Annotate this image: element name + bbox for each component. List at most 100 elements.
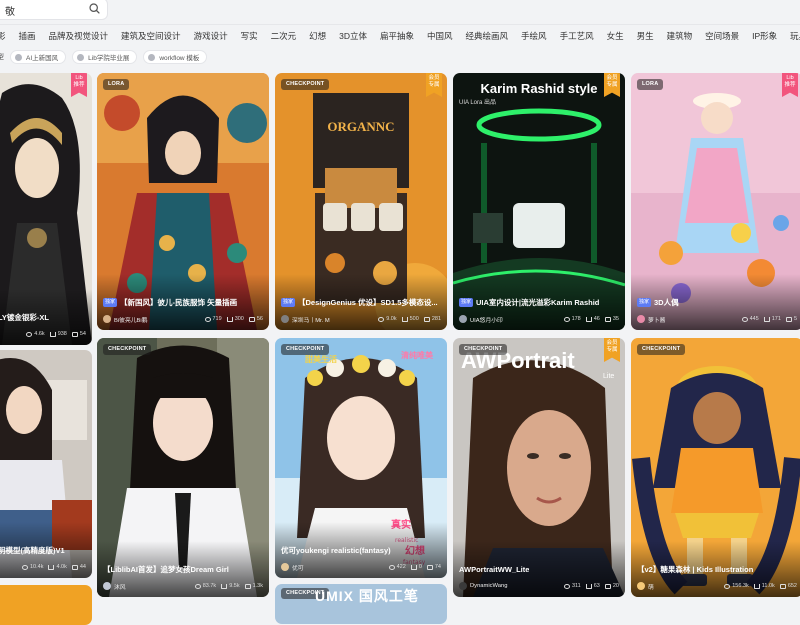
card-author[interactable]: DynamicWang	[470, 583, 559, 589]
downloads-stat: 300	[226, 316, 244, 322]
category-item[interactable]: 扁平抽象	[380, 30, 414, 42]
category-item[interactable]: 男生	[637, 30, 654, 42]
card-author[interactable]: Bi彼亮儿Bi鹏	[114, 315, 200, 324]
model-card[interactable]: Lib 推荐 LY镀金银彩-XL 4.6k 938 54	[0, 73, 92, 345]
category-item[interactable]: 经典绘画风	[466, 30, 509, 42]
eye-icon	[741, 316, 748, 322]
saves-stat: 652	[779, 583, 797, 589]
category-item[interactable]: 写实	[241, 30, 258, 42]
image-icon	[244, 583, 251, 589]
model-card[interactable]: Karim Rashid style UIA Lora 出品 会员 专属 独家 U…	[453, 73, 625, 330]
tag-row: 型 AI上新国风 Lib学院毕业展 workflow 模板	[0, 49, 213, 65]
download-icon	[763, 316, 770, 322]
card-author[interactable]: 沐风	[114, 582, 190, 591]
category-item[interactable]: IP形象	[752, 30, 777, 42]
category-item[interactable]: 插画	[19, 30, 36, 42]
saves-stat: 44	[71, 564, 86, 570]
card-title: 【v2】糖果森林 | Kids Illustration	[637, 564, 754, 574]
model-card[interactable]: LORA Lib 推荐 独家 3D人偶 萝卜酱 445 171 5	[631, 73, 800, 330]
download-icon	[226, 316, 233, 322]
downloads-stat: 171	[763, 316, 781, 322]
category-item[interactable]: 空间场景	[705, 30, 739, 42]
category-item[interactable]: 建筑物	[667, 30, 693, 42]
search-box[interactable]	[0, 0, 108, 20]
download-icon	[753, 583, 760, 589]
tag-chip-label: Lib学院毕业展	[88, 55, 130, 62]
views-stat: 83.7k	[194, 583, 216, 589]
model-card[interactable]: LORA 独家 【新国风】彼儿-民族服饰 矢量插画 Bi彼亮儿Bi鹏 719 30…	[97, 73, 269, 330]
search-icon[interactable]	[88, 2, 101, 15]
category-item[interactable]: 女生	[607, 30, 624, 42]
model-card[interactable]: CHECKPOINT 【LiblibAI首发】追梦女孩Dream Girl 沐风…	[97, 338, 269, 597]
saves-stat: 1.3k	[244, 583, 263, 589]
card-author[interactable]: 深圳马丨Mr. M	[292, 315, 373, 324]
category-item[interactable]: 建筑及空间设计	[121, 30, 181, 42]
category-item[interactable]: 手绘风	[521, 30, 547, 42]
card-title: 优可youkengi realistic(fantasy)	[281, 545, 391, 555]
download-icon	[410, 564, 417, 570]
card-author[interactable]: UIA悠月小印	[470, 315, 559, 324]
views-stat: 4.6k	[26, 331, 45, 337]
tag-chip[interactable]: Lib学院毕业展	[72, 50, 138, 64]
avatar	[281, 563, 289, 571]
card-author[interactable]: 萝卜酱	[648, 315, 737, 324]
download-icon	[221, 583, 228, 589]
tag-item[interactable]: 型	[0, 52, 4, 62]
category-item[interactable]: 二次元	[271, 30, 297, 42]
card-author[interactable]: 优可	[292, 563, 384, 572]
eye-icon	[194, 583, 201, 589]
model-card[interactable]: CHECKPOINT UMIX 国风工笔	[275, 584, 447, 624]
card-title: 【新国风】彼儿-民族服饰 矢量插画	[120, 297, 238, 307]
category-item[interactable]: 影	[0, 30, 6, 42]
svg-text:甜美生活: 甜美生活	[305, 354, 337, 364]
eye-icon	[22, 564, 28, 570]
views-stat: 178	[563, 316, 581, 322]
tag-chip[interactable]: workflow 模板	[143, 50, 208, 64]
image-icon	[248, 316, 255, 322]
category-bar: 影 插画 品牌及视觉设计 建筑及空间设计 游戏设计 写实 二次元 幻想 3D立体…	[0, 26, 800, 46]
category-item[interactable]: 品牌及视觉设计	[49, 30, 109, 42]
card-author[interactable]: 萌	[648, 582, 719, 591]
model-card[interactable]: 明模型(高精度版)V1 10.4k 4.0k 44	[0, 350, 92, 578]
image-icon	[779, 583, 786, 589]
exclusive-tag: 独家	[637, 297, 652, 307]
downloads-stat: 0	[410, 564, 422, 570]
card-title: LY镀金银彩-XL	[0, 312, 49, 322]
model-type-badge: CHECKPOINT	[103, 344, 152, 355]
search-input[interactable]	[3, 2, 87, 18]
eye-icon	[204, 316, 211, 322]
views-stat: 719	[204, 316, 222, 322]
avatar	[637, 582, 645, 590]
tag-chip[interactable]: AI上新国风	[10, 50, 67, 64]
model-type-badge: CHECKPOINT	[637, 344, 686, 355]
model-card[interactable]: CHECKPOINT 【v2】糖果森林 | Kids Illustration …	[631, 338, 800, 597]
download-icon	[48, 564, 55, 570]
model-type-badge: CHECKPOINT	[459, 344, 508, 355]
image-icon	[423, 316, 430, 322]
category-item[interactable]: 玩具手办	[790, 30, 800, 42]
svg-text:UIA Lora 出品: UIA Lora 出品	[459, 98, 496, 106]
category-item[interactable]: 手工艺风	[560, 30, 594, 42]
downloads-stat: 4.0k	[48, 564, 67, 570]
category-item[interactable]: 3D立体	[339, 30, 367, 42]
model-card[interactable]: AWPortrait Lite CHECKPOINT 会员 专属 AWPortr…	[453, 338, 625, 597]
card-title: UIA室内设计|流光溢彩Karim Rashid	[476, 297, 600, 307]
image-icon	[604, 316, 611, 322]
image-icon	[426, 564, 433, 570]
image-icon	[604, 583, 611, 589]
image-icon	[71, 564, 78, 570]
category-item[interactable]: 中国风	[427, 30, 453, 42]
model-type-badge: LORA	[637, 79, 664, 90]
model-card[interactable]: 甜美生活 清纯唯美 真实 realistic 幻想 fantasy CHECKP…	[275, 338, 447, 578]
model-card[interactable]	[0, 585, 92, 625]
downloads-stat: 938	[49, 331, 67, 337]
category-item[interactable]: 游戏设计	[194, 30, 228, 42]
downloads-stat: 500	[401, 316, 419, 322]
category-item[interactable]: 幻想	[309, 30, 326, 42]
model-card[interactable]: ORGANNC CHECKPOINT 会员 专属 独家 【DesignGenius…	[275, 73, 447, 330]
svg-text:清纯唯美: 清纯唯美	[401, 350, 434, 360]
downloads-stat: 46	[585, 316, 600, 322]
eye-icon	[378, 316, 385, 322]
saves-stat: 5	[785, 316, 797, 322]
downloads-stat: 9.5k	[221, 583, 240, 589]
